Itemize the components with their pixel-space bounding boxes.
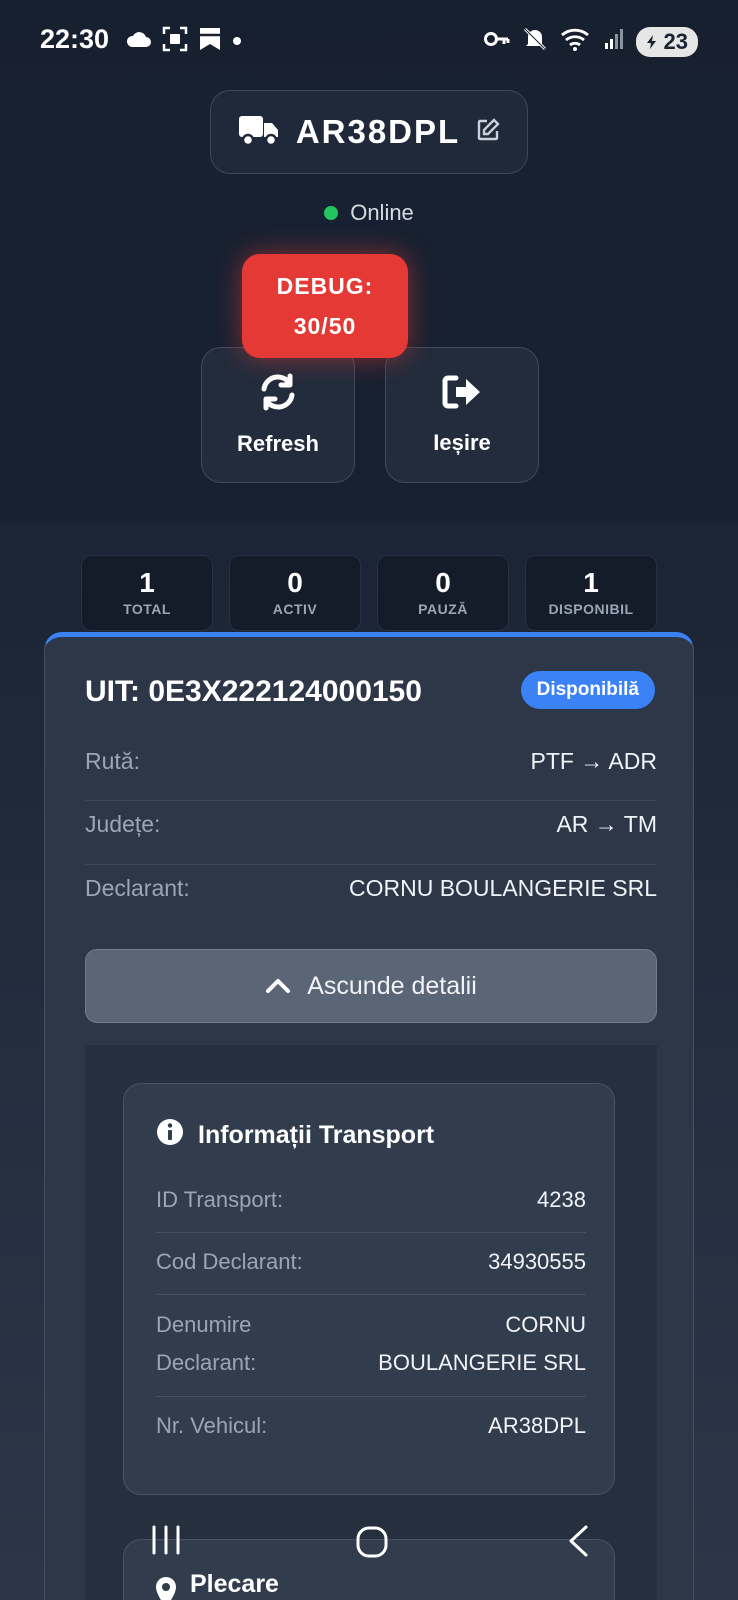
refresh-icon xyxy=(259,373,297,417)
declarant-name-label-line1: Denumire xyxy=(156,1312,252,1337)
signal-icon xyxy=(604,28,624,55)
declarant-value: CORNU BOULANGERIE SRL xyxy=(348,874,657,901)
battery-level: 23 xyxy=(663,28,688,54)
stat-available: 1 DISPONIBIL xyxy=(525,555,657,631)
stat-active: 0 ACTIV xyxy=(229,555,361,631)
divider xyxy=(156,1232,586,1233)
declarant-label: Declarant: xyxy=(85,874,190,901)
app-screen: 22:30 23 AR38DPL Online Refresh Ieșire D… xyxy=(0,0,738,1600)
vehicle-number-label: Nr. Vehicul: xyxy=(156,1413,268,1438)
mute-icon xyxy=(522,26,548,57)
connection-status: Online xyxy=(0,200,738,226)
declarant-name-label: Denumire Declarant: xyxy=(156,1306,256,1382)
declarant-name-value: CORNU BOULANGERIE SRL xyxy=(378,1306,586,1382)
vehicle-plate: AR38DPL xyxy=(295,113,461,150)
exit-button[interactable]: Ieșire xyxy=(385,347,539,483)
wifi-icon xyxy=(560,26,592,57)
status-time: 22:30 xyxy=(40,24,110,54)
uit-code: UIT: 0E3X222124000150 xyxy=(85,675,422,708)
divider xyxy=(156,1294,586,1295)
refresh-button[interactable]: Refresh xyxy=(201,347,355,483)
declarant-name-label-line2: Declarant: xyxy=(156,1350,257,1375)
connection-status-label: Online xyxy=(350,200,414,225)
declarant-name-value-line2: BOULANGERIE SRL xyxy=(378,1350,586,1375)
hide-details-label: Ascunde detalii xyxy=(307,971,477,1000)
route-value: PTF → ADR xyxy=(530,747,657,774)
transport-id-label: ID Transport: xyxy=(156,1187,284,1212)
key-icon xyxy=(483,30,510,53)
status-icons-left xyxy=(124,26,242,57)
vehicle-number-value: AR38DPL xyxy=(488,1413,586,1438)
battery-indicator: 23 xyxy=(635,26,698,57)
declarant-code-label: Cod Declarant: xyxy=(156,1249,303,1274)
vehicle-number-row: Nr. Vehicul: AR38DPL xyxy=(156,1404,586,1448)
stat-pause-label: PAUZĂ xyxy=(418,601,468,617)
status-bar: 22:30 23 xyxy=(0,0,738,80)
route-row: Rută: PTF → ADR xyxy=(85,741,657,781)
divider xyxy=(156,1396,586,1397)
stat-total-label: TOTAL xyxy=(123,601,171,617)
debug-counter: DEBUG: 30/50 xyxy=(242,254,408,358)
counties-value: AR → TM xyxy=(556,810,657,837)
declarant-code-value: 34930555 xyxy=(488,1249,586,1274)
header-panel: AR38DPL Online Refresh Ieșire DEBUG: 30/… xyxy=(0,80,738,523)
chevron-up-icon xyxy=(265,972,291,1001)
stat-available-value: 1 xyxy=(583,567,599,598)
info-title: Informații Transport xyxy=(156,1118,434,1153)
counties-row: Județe: AR → TM xyxy=(85,804,657,844)
transport-info-box: Informații Transport ID Transport: 4238 … xyxy=(123,1083,615,1495)
transport-id-value: 4238 xyxy=(537,1187,586,1212)
debug-label: DEBUG: xyxy=(276,273,374,299)
status-badge: Disponibilă xyxy=(520,671,655,709)
stat-pause-value: 0 xyxy=(435,567,451,598)
declarant-name-row: Denumire Declarant: CORNU BOULANGERIE SR… xyxy=(156,1304,586,1384)
declarant-row: Declarant: CORNU BOULANGERIE SRL xyxy=(85,868,657,908)
system-nav-bar xyxy=(0,1510,738,1600)
debug-value: 30/50 xyxy=(293,313,357,339)
cloud-icon xyxy=(124,29,152,54)
vehicle-plate-box[interactable]: AR38DPL xyxy=(210,90,528,174)
refresh-label: Refresh xyxy=(237,431,319,456)
divider xyxy=(85,800,657,801)
bookmark-icon xyxy=(198,26,222,57)
dot-icon xyxy=(232,33,242,51)
stat-pause: 0 PAUZĂ xyxy=(377,555,509,631)
recent-apps-icon[interactable] xyxy=(150,1524,182,1561)
hide-details-button[interactable]: Ascunde detalii xyxy=(85,949,657,1023)
online-dot-icon xyxy=(324,206,339,220)
logout-icon xyxy=(442,374,482,416)
info-title-label: Informații Transport xyxy=(198,1121,435,1149)
stat-active-value: 0 xyxy=(287,567,303,598)
exit-label: Ieșire xyxy=(433,430,491,455)
transport-id-row: ID Transport: 4238 xyxy=(156,1178,586,1222)
truck-icon xyxy=(238,113,280,152)
stat-total: 1 TOTAL xyxy=(81,555,213,631)
edit-icon[interactable] xyxy=(476,117,500,147)
route-label: Rută: xyxy=(85,747,140,774)
charging-icon xyxy=(646,34,656,49)
counties-label: Județe: xyxy=(85,810,161,837)
declarant-code-row: Cod Declarant: 34930555 xyxy=(156,1240,586,1284)
transport-card: UIT: 0E3X222124000150 Disponibilă Rută: … xyxy=(44,632,694,1600)
info-icon xyxy=(156,1118,184,1153)
home-icon[interactable] xyxy=(356,1526,388,1563)
stat-total-value: 1 xyxy=(139,567,155,598)
stat-available-label: DISPONIBIL xyxy=(548,601,634,617)
divider xyxy=(85,864,657,865)
screenshot-icon xyxy=(162,26,188,57)
declarant-name-value-line1: CORNU xyxy=(505,1312,586,1337)
status-icons-right: 23 xyxy=(483,26,698,57)
back-icon[interactable] xyxy=(566,1524,590,1563)
stat-active-label: ACTIV xyxy=(272,601,318,617)
